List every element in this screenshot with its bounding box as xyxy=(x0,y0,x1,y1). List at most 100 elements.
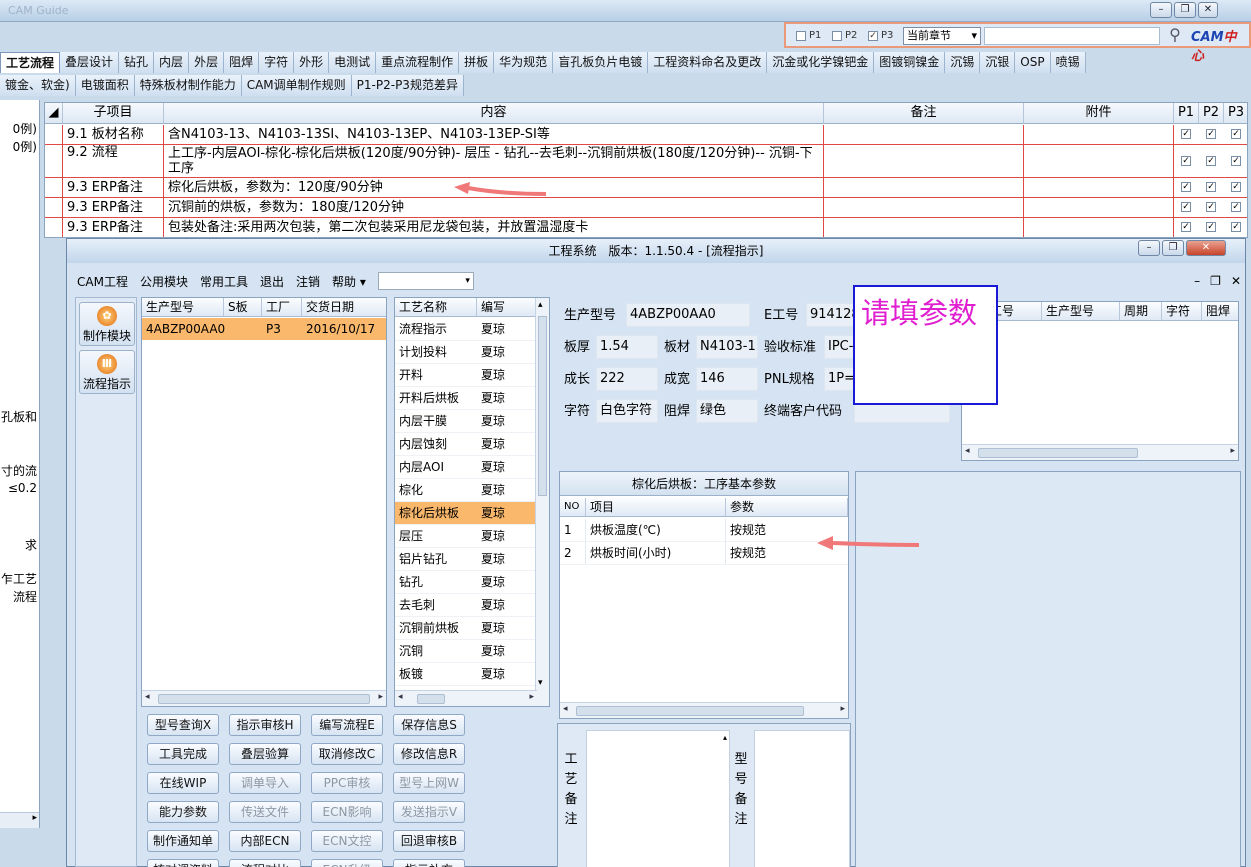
tab-4[interactable]: 外层 xyxy=(189,52,225,73)
close-button[interactable]: ✕ xyxy=(1198,2,1218,18)
process-name-cell[interactable]: 沉铜前烘板 xyxy=(395,617,477,640)
process-name-cell[interactable]: 棕化 xyxy=(395,479,477,502)
action-button[interactable]: 能力参数 xyxy=(147,801,219,823)
process-author-cell[interactable]: 夏琼 xyxy=(477,502,537,525)
process-name-cell[interactable]: 流程指示 xyxy=(395,318,477,341)
field-length[interactable]: 222 xyxy=(596,367,658,391)
action-button[interactable]: 在线WIP xyxy=(147,772,219,794)
action-button[interactable]: 编写流程E xyxy=(311,714,383,736)
action-button[interactable]: 叠层验算 xyxy=(229,743,301,765)
action-button[interactable]: 调单导入 xyxy=(229,772,301,794)
menu-4[interactable]: 注销 xyxy=(290,273,326,290)
process-author-cell[interactable]: 夏琼 xyxy=(477,640,537,663)
action-button[interactable]: ECN文控 xyxy=(311,830,383,852)
process-name-cell[interactable]: 钻孔 xyxy=(395,571,477,594)
menu-0[interactable]: CAM工程 xyxy=(71,273,134,290)
p2-checkbox[interactable]: ✓ xyxy=(1206,129,1216,139)
action-button[interactable]: ECN升级 xyxy=(311,859,383,867)
model-notes-textarea[interactable] xyxy=(754,730,850,867)
process-name-cell[interactable]: 棕化后烘板 xyxy=(395,502,477,525)
p1-checkbox[interactable]: ✓ xyxy=(1181,182,1191,192)
action-button[interactable]: ECN影响 xyxy=(311,801,383,823)
tab-row2-0[interactable]: 镀金、软金) xyxy=(0,75,76,96)
p3-checkbox[interactable]: ✓ xyxy=(1231,202,1241,212)
process-name-cell[interactable]: 内层干膜 xyxy=(395,410,477,433)
tab-15[interactable]: 图镀铜镍金 xyxy=(874,52,946,73)
action-button[interactable]: 取消修改C xyxy=(311,743,383,765)
process-author-cell[interactable]: 夏琼 xyxy=(477,571,537,594)
process-author-cell[interactable]: 夏琼 xyxy=(477,617,537,640)
action-button[interactable]: PPC审核 xyxy=(311,772,383,794)
mdi-restore-icon[interactable]: ❐ xyxy=(1210,274,1221,288)
tab-14[interactable]: 沉金或化学镍钯金 xyxy=(767,52,875,73)
tab-16[interactable]: 沉锡 xyxy=(945,52,981,73)
tab-8[interactable]: 电测试 xyxy=(329,52,377,73)
close-button[interactable]: ✕ xyxy=(1186,240,1226,256)
nav-process-instruction[interactable]: Ⅲ 流程指示 xyxy=(79,350,135,394)
p3-checkbox[interactable]: ✓ P3 xyxy=(868,30,893,41)
nav-production-module[interactable]: ✿ 制作模块 xyxy=(79,302,135,346)
action-button[interactable]: 发送指示V xyxy=(393,801,465,823)
process-name-cell[interactable]: 层压 xyxy=(395,525,477,548)
process-author-cell[interactable]: 夏琼 xyxy=(477,364,537,387)
field-width[interactable]: 146 xyxy=(696,367,758,391)
action-button[interactable]: 传送文件 xyxy=(229,801,301,823)
params-hscroll[interactable]: ◂ ▸ xyxy=(560,702,848,718)
tab-10[interactable]: 拼板 xyxy=(459,52,495,73)
field-model[interactable]: 4ABZP00AA0 xyxy=(626,303,750,327)
minimize-button[interactable]: – xyxy=(1150,2,1172,18)
tab-3[interactable]: 内层 xyxy=(154,52,190,73)
tab-12[interactable]: 盲孔板负片电镀 xyxy=(553,52,649,73)
search-icon[interactable]: ⚲ xyxy=(1163,25,1187,47)
menu-1[interactable]: 公用模块 xyxy=(134,273,194,290)
process-name-cell[interactable]: 板镀 xyxy=(395,663,477,686)
p1-checkbox[interactable]: ✓ xyxy=(1181,156,1191,166)
p1-checkbox[interactable]: ✓ xyxy=(1181,129,1191,139)
process-name-cell[interactable]: 内层AOI xyxy=(395,456,477,479)
p1-checkbox[interactable]: ✓ xyxy=(1181,202,1191,212)
process-notes-textarea[interactable]: ▴ xyxy=(586,730,730,867)
p2-checkbox[interactable]: ✓ xyxy=(1206,222,1216,232)
tab-2[interactable]: 钻孔 xyxy=(119,52,155,73)
action-button[interactable]: 型号上网W xyxy=(393,772,465,794)
p2-checkbox[interactable]: ✓ xyxy=(1206,202,1216,212)
process-author-cell[interactable]: 夏琼 xyxy=(477,456,537,479)
action-button[interactable]: 制作通知单 xyxy=(147,830,219,852)
process-name-cell[interactable]: 计划投料 xyxy=(395,341,477,364)
p2-checkbox[interactable]: ✓ xyxy=(1206,182,1216,192)
merge-hscroll[interactable]: ◂ ▸ xyxy=(962,444,1238,460)
table-row[interactable]: 9.3 ERP备注 沉铜前的烘板，参数为：180度/120分钟 ✓ ✓ ✓ xyxy=(45,198,1247,218)
p1-checkbox[interactable]: P1 xyxy=(796,30,821,41)
process-author-cell[interactable]: 夏琼 xyxy=(477,318,537,341)
p3-checkbox[interactable]: ✓ xyxy=(1231,182,1241,192)
p2-checkbox[interactable]: ✓ xyxy=(1206,156,1216,166)
tab-5[interactable]: 阻焊 xyxy=(224,52,260,73)
tab-row2-1[interactable]: 电镀面积 xyxy=(75,75,135,96)
tab-9[interactable]: 重点流程制作 xyxy=(376,52,460,73)
action-button[interactable]: 核对调资料 xyxy=(147,859,219,867)
process-author-cell[interactable]: 夏琼 xyxy=(477,479,537,502)
restore-button[interactable]: ❐ xyxy=(1174,2,1196,18)
menu-2[interactable]: 常用工具 xyxy=(194,273,254,290)
process-author-cell[interactable]: 夏琼 xyxy=(477,410,537,433)
table-row[interactable]: 9.1 板材名称 含N4103-13、N4103-13SI、N4103-13EP、… xyxy=(45,125,1247,145)
field-legend[interactable]: 白色字符 xyxy=(596,399,658,423)
process-name-cell[interactable]: 去毛刺 xyxy=(395,594,477,617)
tab-19[interactable]: 喷锡 xyxy=(1050,52,1086,73)
tab-row2-3[interactable]: CAM调单制作规则 xyxy=(241,75,352,96)
process-author-cell[interactable]: 夏琼 xyxy=(477,548,537,571)
action-button[interactable]: 工具完成 xyxy=(147,743,219,765)
process-name-cell[interactable]: 内层蚀刻 xyxy=(395,433,477,456)
tab-6[interactable]: 字符 xyxy=(259,52,295,73)
p2-checkbox[interactable]: P2 xyxy=(832,30,857,41)
p1-checkbox[interactable]: ✓ xyxy=(1181,222,1191,232)
action-button[interactable]: 指示补充 xyxy=(393,859,465,867)
menu-3[interactable]: 退出 xyxy=(254,273,290,290)
action-button[interactable]: 修改信息R xyxy=(393,743,465,765)
tab-row2-4[interactable]: P1-P2-P3规范差异 xyxy=(351,75,464,96)
action-button[interactable]: 流程对比 xyxy=(229,859,301,867)
menu-5[interactable]: 帮助 ▾ xyxy=(326,273,372,290)
process-author-cell[interactable]: 夏琼 xyxy=(477,594,537,617)
action-button[interactable]: 保存信息S xyxy=(393,714,465,736)
menu-combo[interactable]: ▾ xyxy=(377,272,474,290)
